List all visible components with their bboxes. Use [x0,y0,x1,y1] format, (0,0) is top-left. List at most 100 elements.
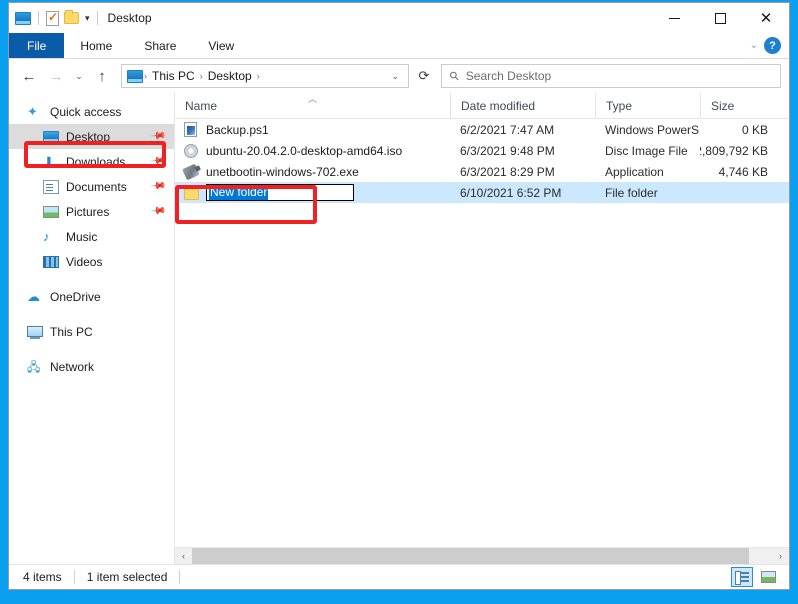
cell-size: 2,809,792 KB [700,143,768,158]
up-button[interactable]: ↑ [90,64,114,88]
sort-ascending-icon: ︿ [307,94,318,104]
pin-icon-documents[interactable]: 📌 [149,178,166,194]
tab-file[interactable]: File [9,33,65,58]
help-button[interactable]: ? [764,37,781,54]
cell-type: File folder [605,185,658,200]
application-icon [182,163,200,180]
tab-view[interactable]: View [192,33,250,58]
sidebar-label-network: Network [50,359,95,374]
forward-button[interactable]: → [44,64,68,88]
sidebar-item-documents[interactable]: Documents 📌 [9,174,174,199]
refresh-button[interactable]: ⟳ [412,64,436,88]
table-row[interactable]: unetbootin-windows-702.exe 6/3/2021 8:29… [175,161,789,182]
cell-size: 4,746 KB [718,164,768,179]
cell-date: 6/3/2021 9:48 PM [460,143,555,158]
tab-home-label: Home [80,38,113,53]
horizontal-scrollbar[interactable]: ‹ › [175,547,789,564]
sidebar-item-pictures[interactable]: Pictures 📌 [9,199,174,224]
file-explorer-window: ▾ Desktop ✕ File Home Share View [8,2,790,590]
customize-chevron-icon[interactable]: ▾ [85,13,90,24]
large-icons-view-icon [760,571,776,583]
status-bar: 4 items 1 item selected [9,564,789,589]
window-controls: ✕ [651,3,789,33]
large-icons-view-button[interactable] [757,567,779,587]
breadcrumb-desktop[interactable]: Desktop [204,69,256,83]
cell-date: 6/3/2021 8:29 PM [460,164,555,179]
close-icon: ✕ [759,9,773,27]
window-title: Desktop [107,11,152,25]
computer-icon [27,326,43,339]
tab-view-label: View [208,38,235,53]
sidebar-label-desktop: Desktop [66,129,111,144]
sidebar-item-downloads[interactable]: ⬇ Downloads 📌 [9,149,174,174]
tab-home[interactable]: Home [64,33,128,58]
cell-name: ubuntu-20.04.2.0-desktop-amd64.iso [175,143,450,159]
address-dropdown-icon[interactable]: ⌄ [386,71,404,82]
maximize-button[interactable] [697,3,743,33]
properties-icon[interactable] [46,10,59,26]
breadcrumb-separator-2: › [256,71,260,81]
sidebar-item-this-pc[interactable]: This PC [9,319,174,344]
breadcrumb-this-pc[interactable]: This PC [148,69,199,83]
pin-icon-desktop[interactable]: 📌 [149,128,166,144]
search-box[interactable]: ⚲ Search Desktop [441,64,781,88]
column-label-size: Size [711,98,735,113]
toolbar-divider [38,11,39,25]
chevron-down-icon[interactable]: ⌄ [750,40,758,51]
file-name-label: Backup.ps1 [206,122,269,137]
sidebar-item-onedrive[interactable]: ☁ OneDrive [9,284,174,309]
pin-icon-downloads[interactable]: 📌 [149,153,166,169]
ribbon-tab-bar: File Home Share View ⌄ ? [9,33,789,59]
sidebar-item-desktop[interactable]: Desktop 📌 [9,124,174,149]
table-row[interactable]: New folder 6/10/2021 6:52 PM File folder [175,182,789,203]
monitor-icon [43,130,59,143]
scroll-track[interactable] [192,548,772,564]
pin-icon-pictures[interactable]: 📌 [149,203,166,219]
details-view-icon [735,571,749,585]
status-divider [73,570,75,584]
column-header-size[interactable]: Size [700,93,780,118]
selection-label: 1 item selected [86,570,168,584]
close-button[interactable]: ✕ [743,3,789,33]
sidebar-item-videos[interactable]: Videos [9,249,174,274]
folder-icon [183,185,199,201]
rename-input[interactable]: New folder [206,184,354,201]
column-header-name[interactable]: ︿ Name [175,93,450,118]
file-name-label: unetbootin-windows-702.exe [206,164,359,179]
music-note-icon: ♪ [43,228,50,244]
minimize-button[interactable] [651,3,697,33]
disc-image-icon [183,143,199,159]
column-header-type[interactable]: Type [595,93,700,118]
new-folder-icon[interactable] [64,10,79,24]
powershell-file-icon [183,121,199,138]
desktop-icon[interactable] [15,11,31,25]
sidebar-label-onedrive: OneDrive [50,289,101,304]
cell-name: unetbootin-windows-702.exe [175,163,450,180]
table-row[interactable]: ubuntu-20.04.2.0-desktop-amd64.iso 6/3/2… [175,140,789,161]
cloud-icon: ☁ [27,288,40,304]
back-button[interactable]: ← [17,64,41,88]
cell-name: Backup.ps1 [175,121,450,138]
toolbar-divider-2 [96,11,98,25]
cell-size: 0 KB [741,122,768,137]
item-count-label: 4 items [23,570,62,584]
download-arrow-icon: ⬇ [43,153,55,170]
tab-share-label: Share [144,38,177,53]
sidebar-label-videos: Videos [66,254,103,269]
column-header-row: ︿ Name Date modified Type Size [175,93,789,119]
sidebar-item-quick-access[interactable]: ✦ Quick access [9,99,174,124]
scroll-thumb[interactable] [192,548,749,564]
scroll-right-button[interactable]: › [772,548,789,564]
sidebar-item-music[interactable]: ♪ Music [9,224,174,249]
recent-locations-button[interactable]: ⌄ [71,64,87,88]
sidebar-gap-3 [9,344,174,354]
scroll-left-button[interactable]: ‹ [175,548,192,564]
address-bar[interactable]: › This PC › Desktop › ⌄ [121,64,409,88]
details-view-button[interactable] [731,567,753,587]
tab-share[interactable]: Share [128,33,192,58]
sidebar-item-network[interactable]: 🖧 Network [9,354,174,379]
table-row[interactable]: Backup.ps1 6/2/2021 7:47 AM Windows Powe… [175,119,789,140]
column-label-date: Date modified [461,98,536,113]
title-bar: ▾ Desktop ✕ [9,3,789,33]
column-header-date-modified[interactable]: Date modified [450,93,595,118]
